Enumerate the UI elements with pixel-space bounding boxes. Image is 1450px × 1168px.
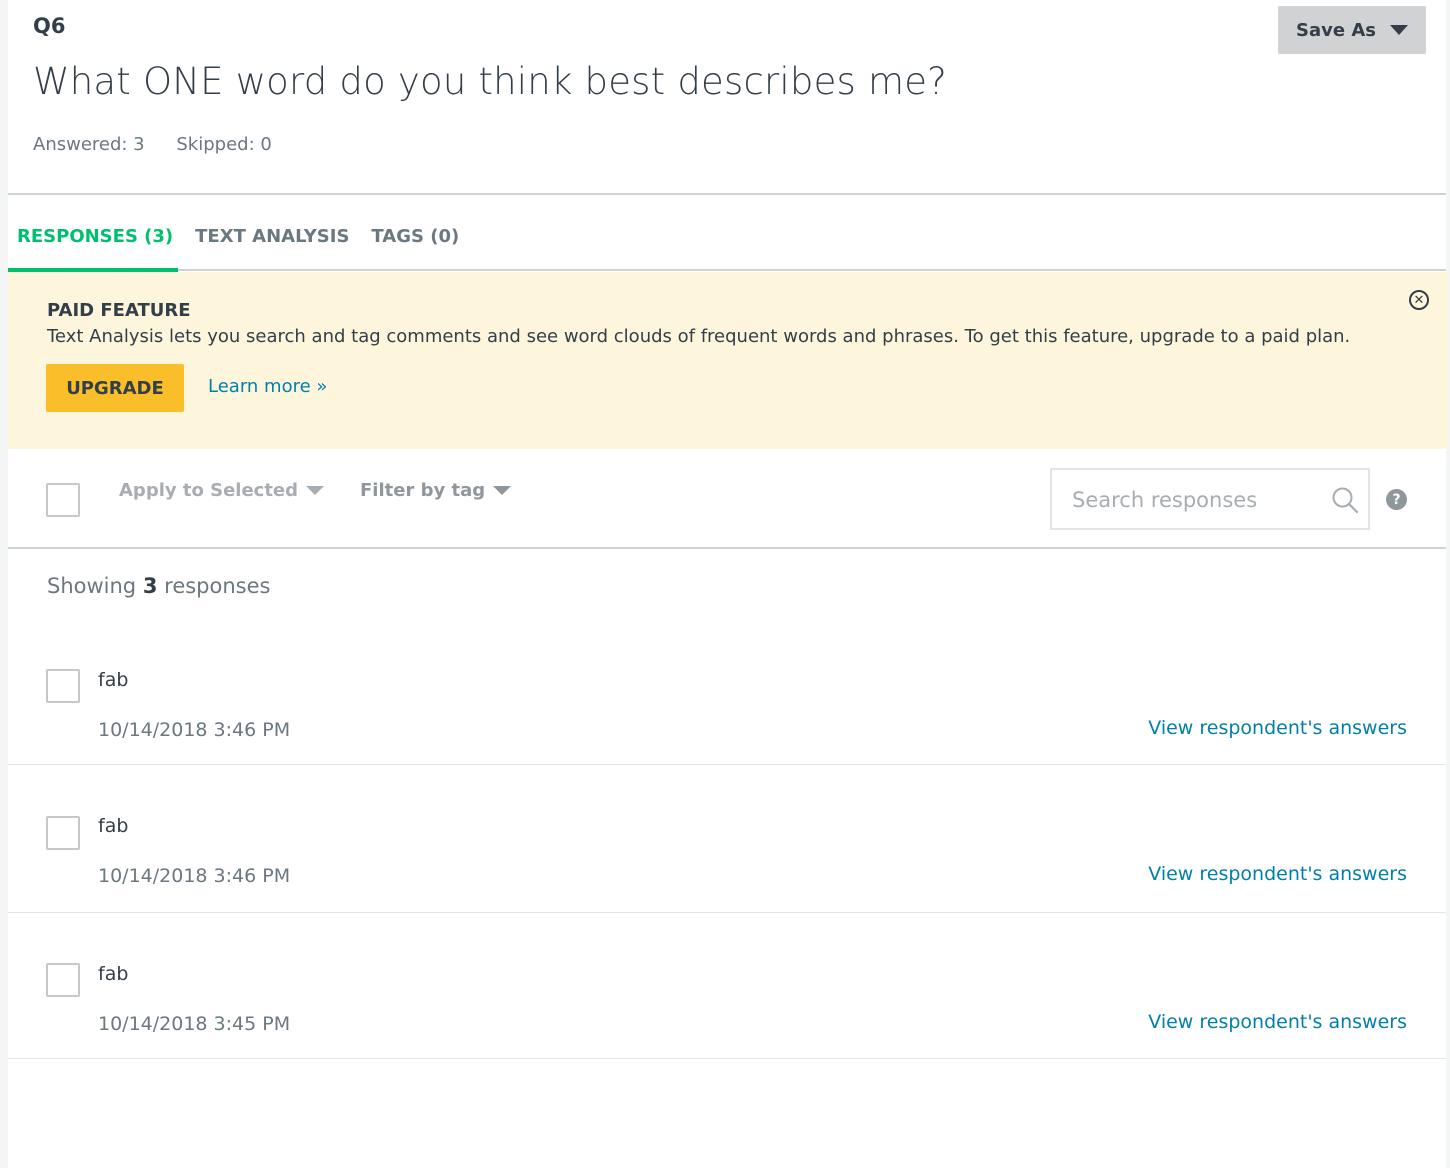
- view-respondent-answers-link[interactable]: View respondent's answers: [1148, 1011, 1407, 1033]
- search-icon[interactable]: [1331, 486, 1359, 514]
- question-number: Q6: [33, 14, 66, 38]
- view-respondent-answers-link[interactable]: View respondent's answers: [1148, 717, 1407, 739]
- response-checkbox[interactable]: [46, 669, 80, 703]
- caret-down-icon: [1389, 25, 1408, 35]
- showing-suffix: responses: [164, 574, 271, 598]
- row-divider: [8, 764, 1446, 765]
- filter-by-tag-label: Filter by tag: [360, 480, 486, 501]
- caret-down-icon: [493, 486, 512, 495]
- tab-text-analysis[interactable]: TEXT ANALYSIS: [195, 226, 349, 247]
- apply-to-selected-dropdown[interactable]: Apply to Selected: [119, 480, 325, 501]
- apply-to-selected-label: Apply to Selected: [119, 480, 299, 501]
- tabs-divider: [8, 269, 1446, 271]
- response-text: fab: [98, 669, 129, 691]
- learn-more-link[interactable]: Learn more »: [208, 376, 327, 397]
- response-checkbox[interactable]: [46, 816, 80, 850]
- filter-by-tag-dropdown[interactable]: Filter by tag: [360, 480, 512, 501]
- close-circle-icon[interactable]: ✕: [1409, 290, 1429, 310]
- paid-feature-banner: PAID FEATURE Text Analysis lets you sear…: [8, 272, 1448, 449]
- row-divider: [8, 1058, 1446, 1059]
- response-text: fab: [98, 963, 129, 985]
- showing-number: 3: [142, 574, 158, 598]
- response-text: fab: [98, 815, 129, 837]
- tab-bar: RESPONSES (3) TEXT ANALYSIS TAGS (0): [17, 226, 481, 247]
- help-icon[interactable]: ?: [1386, 489, 1407, 510]
- view-respondent-answers-link[interactable]: View respondent's answers: [1148, 863, 1407, 885]
- response-checkbox[interactable]: [46, 963, 80, 997]
- save-as-button[interactable]: Save As: [1278, 6, 1426, 54]
- response-date: 10/14/2018 3:46 PM: [98, 719, 291, 741]
- showing-count: Showing 3 responses: [47, 574, 270, 598]
- upgrade-button[interactable]: UPGRADE: [46, 364, 184, 412]
- banner-text: Text Analysis lets you search and tag co…: [47, 326, 1351, 347]
- question-title: What ONE word do you think best describe…: [33, 60, 948, 103]
- tab-responses[interactable]: RESPONSES (3): [17, 226, 173, 247]
- showing-prefix: Showing: [47, 574, 137, 598]
- save-as-label: Save As: [1296, 19, 1376, 41]
- toolbar-divider: [8, 547, 1446, 549]
- response-date: 10/14/2018 3:45 PM: [98, 1013, 291, 1035]
- answered-count: Answered: 3: [33, 134, 145, 155]
- banner-title: PAID FEATURE: [47, 300, 191, 321]
- response-date: 10/14/2018 3:46 PM: [98, 865, 291, 887]
- skipped-count: Skipped: 0: [176, 134, 272, 155]
- search-input[interactable]: [1070, 484, 1314, 516]
- search-box: [1050, 468, 1370, 530]
- row-divider: [8, 912, 1446, 913]
- header-divider: [8, 193, 1446, 195]
- caret-down-icon: [306, 486, 325, 495]
- question-stats: Answered: 3 Skipped: 0: [33, 134, 272, 155]
- tab-tags[interactable]: TAGS (0): [371, 226, 459, 247]
- select-all-checkbox[interactable]: [46, 483, 80, 517]
